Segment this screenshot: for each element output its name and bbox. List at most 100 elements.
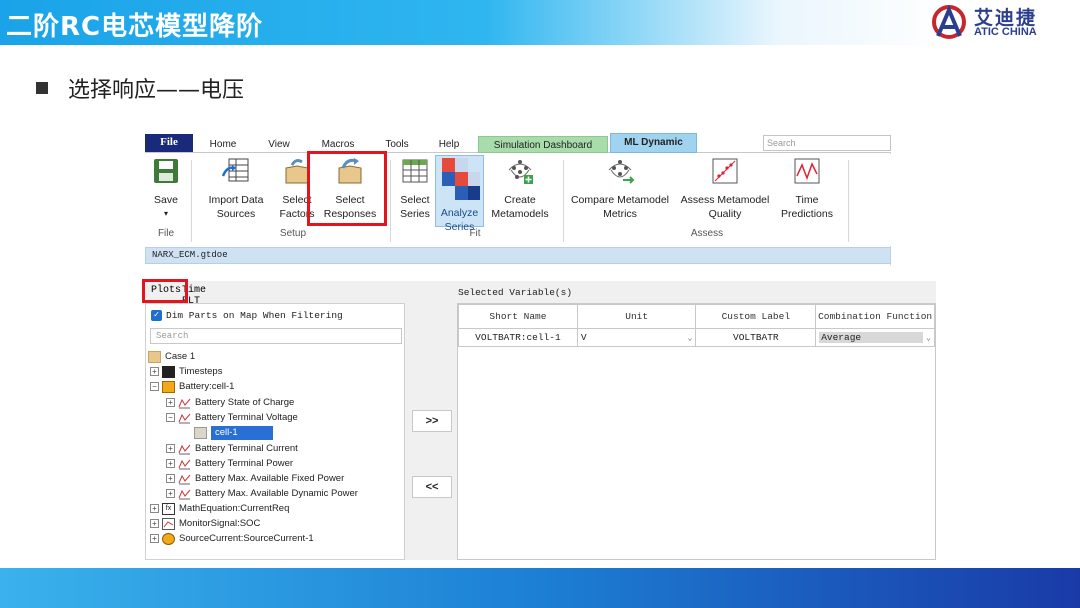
compare-metamodel-metrics-button[interactable]: Compare Metamodel Metrics	[569, 156, 671, 221]
time-predictions-button[interactable]: Time Predictions	[777, 156, 837, 221]
bullet-square-icon	[36, 82, 48, 94]
time-predictions-label: Time Predictions	[781, 194, 833, 220]
tab-simulation-dashboard[interactable]: Simulation Dashboard	[478, 136, 608, 153]
save-dropdown-arrow-icon[interactable]: ▾	[149, 207, 183, 221]
expand-icon[interactable]: +	[166, 474, 175, 483]
dim-parts-checkbox-row[interactable]: ✓ Dim Parts on Map When Filtering	[151, 310, 343, 321]
ribbon-search-input[interactable]: Search	[763, 135, 891, 151]
remove-variable-button[interactable]: <<	[412, 476, 452, 498]
tab-file[interactable]: File	[145, 134, 193, 152]
import-data-sources-button[interactable]: Import Data Sources	[201, 156, 271, 221]
tree-item-label: SourceCurrent:SourceCurrent-1	[179, 533, 314, 544]
group-label-fit: Fit	[469, 228, 481, 239]
tree-item-label: Battery Max. Available Dynamic Power	[195, 488, 358, 499]
group-divider	[191, 160, 192, 242]
selected-variables-panel: Short Name Unit Custom Label Combination…	[457, 303, 936, 560]
tree-item-label: Case 1	[165, 351, 196, 362]
column-header-short-name[interactable]: Short Name	[458, 304, 578, 329]
tree-item-label: MathEquation:CurrentReq	[179, 503, 290, 514]
tree-search-input[interactable]: Search	[150, 328, 402, 344]
select-series-button[interactable]: Select Series	[395, 156, 435, 221]
plot-line-icon	[178, 397, 191, 409]
chevron-down-icon: ⌄	[926, 333, 931, 343]
save-button[interactable]: Save ▾	[149, 156, 183, 221]
group-divider	[390, 160, 391, 242]
logo-mark-icon	[932, 4, 966, 39]
file-path-bar: NARX_ECM.gtdoe	[145, 247, 891, 264]
unit-dropdown[interactable]: V ⌄	[576, 328, 697, 347]
monitor-icon	[162, 517, 175, 530]
highlight-plots-tab	[142, 279, 188, 303]
add-variable-button[interactable]: >>	[412, 410, 452, 432]
expand-icon[interactable]: +	[150, 519, 159, 528]
expand-icon[interactable]: +	[150, 534, 159, 543]
tab-home[interactable]: Home	[203, 136, 243, 153]
tree-item-cell-1[interactable]: cell-1	[194, 425, 273, 440]
plot-line-icon	[178, 412, 191, 424]
heatmap-icon	[441, 158, 480, 200]
tree-item-source-current[interactable]: + SourceCurrent:SourceCurrent-1	[150, 531, 314, 546]
expand-icon[interactable]: +	[150, 504, 159, 513]
expand-icon[interactable]: +	[166, 398, 175, 407]
create-metamodels-button[interactable]: Create Metamodels	[488, 156, 552, 221]
ribbon-toolbar: File Home View Macros Tools Help Simulat…	[145, 133, 891, 266]
tree-item-label: Battery State of Charge	[195, 397, 295, 408]
group-divider	[848, 160, 849, 242]
function-icon: fx	[162, 502, 175, 515]
tree-item-max-fixed-power[interactable]: + Battery Max. Available Fixed Power	[166, 471, 344, 486]
combination-value: Average	[819, 332, 924, 343]
tab-view[interactable]: View	[263, 136, 295, 153]
group-label-setup: Setup	[279, 228, 307, 239]
tree-item-case[interactable]: Case 1	[148, 349, 195, 364]
create-metamodels-label: Create Metamodels	[491, 194, 549, 220]
tree-item-terminal-current[interactable]: + Battery Terminal Current	[166, 441, 298, 456]
logo-english-text: ATIC CHINA	[974, 26, 1037, 38]
import-table-icon	[221, 158, 249, 182]
combination-function-dropdown[interactable]: Average ⌄	[815, 328, 935, 347]
column-header-custom-label[interactable]: Custom Label	[695, 304, 817, 329]
collapse-icon[interactable]: −	[166, 413, 175, 422]
select-series-label: Select Series	[400, 194, 430, 220]
tree-item-math-equation[interactable]: + fx MathEquation:CurrentReq	[150, 501, 289, 516]
tree-item-label: MonitorSignal:SOC	[179, 518, 261, 529]
table-row[interactable]: VOLTBATR:cell-1 V ⌄ VOLTBATR Average ⌄	[458, 328, 935, 347]
column-header-unit[interactable]: Unit	[576, 304, 697, 329]
expand-icon[interactable]: +	[150, 367, 159, 376]
tree-item-label: Battery:cell-1	[179, 381, 235, 392]
tab-ml-dynamic[interactable]: ML Dynamic	[610, 133, 697, 153]
expand-icon[interactable]: +	[166, 459, 175, 468]
plot-line-icon	[178, 443, 191, 455]
selected-variables-table: Short Name Unit Custom Label Combination…	[458, 304, 935, 347]
plot-line-icon	[178, 473, 191, 485]
group-label-assess: Assess	[690, 228, 724, 239]
line-chart-icon	[794, 158, 820, 184]
bullet-point: 选择响应——电压	[36, 74, 245, 103]
tree-item-timesteps[interactable]: + Timesteps	[150, 364, 222, 379]
bullet-text: 选择响应——电压	[68, 78, 245, 103]
current-source-icon	[162, 532, 175, 545]
timesteps-icon	[162, 365, 175, 378]
tree-item-max-dynamic-power[interactable]: + Battery Max. Available Dynamic Power	[166, 486, 358, 501]
tree-item-label: Battery Terminal Power	[195, 458, 294, 469]
analyze-series-button[interactable]: Analyze Series	[435, 155, 484, 233]
folder-icon	[148, 350, 161, 363]
expand-icon[interactable]: +	[166, 489, 175, 498]
collapse-icon[interactable]: −	[150, 382, 159, 391]
assess-label: Assess Metamodel Quality	[680, 194, 770, 220]
column-header-combination-function[interactable]: Combination Function	[815, 304, 935, 329]
selected-variables-title: Selected Variable(s)	[458, 287, 573, 298]
tab-help[interactable]: Help	[435, 136, 463, 153]
checkbox-checked-icon[interactable]: ✓	[151, 310, 162, 321]
group-label-file: File	[157, 228, 175, 239]
expand-icon[interactable]: +	[166, 444, 175, 453]
tree-item-label: Timesteps	[179, 366, 223, 377]
tree-item-monitor-signal[interactable]: + MonitorSignal:SOC	[150, 516, 260, 531]
tree-item-terminal-voltage[interactable]: − Battery Terminal Voltage	[166, 410, 298, 425]
plot-line-icon	[178, 488, 191, 500]
assess-metamodel-quality-button[interactable]: Assess Metamodel Quality	[675, 156, 775, 221]
tree-item-soc[interactable]: + Battery State of Charge	[166, 395, 294, 410]
tree-item-battery[interactable]: − Battery:cell-1	[150, 379, 234, 394]
custom-label-field[interactable]: VOLTBATR	[695, 328, 817, 347]
network-add-icon	[508, 160, 533, 184]
tree-item-terminal-power[interactable]: + Battery Terminal Power	[166, 456, 293, 471]
